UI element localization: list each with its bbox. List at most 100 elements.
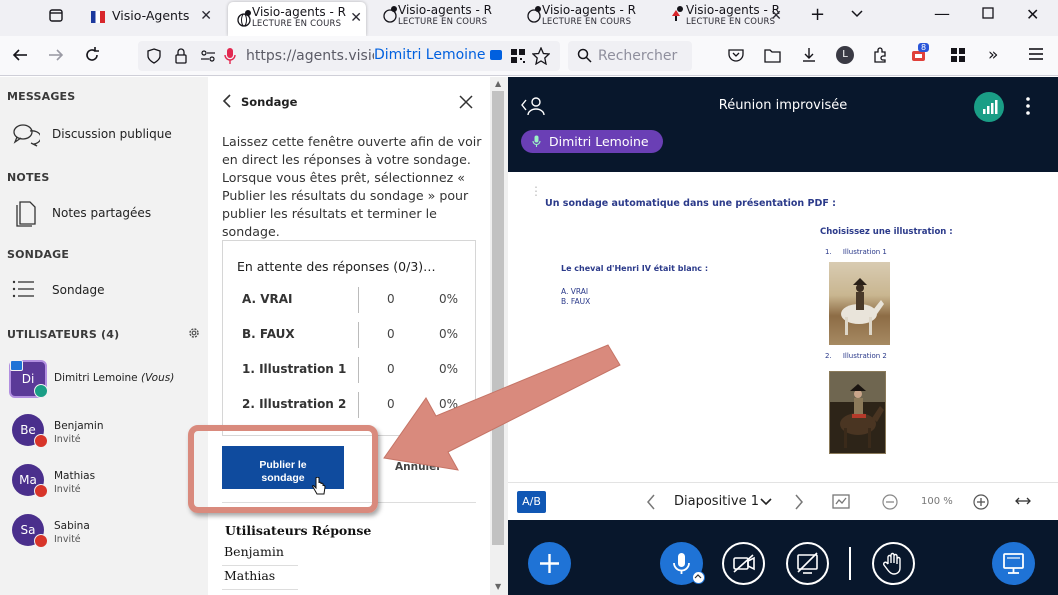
- close-window-icon[interactable]: ✕: [1026, 5, 1039, 24]
- poll-result-row: 2. Illustration 2 0 0%: [223, 388, 477, 423]
- close-tab-icon[interactable]: ✕: [200, 8, 212, 24]
- browser-tab-1[interactable]: Visio-agents - R LECTURE EN COURS ✕: [228, 2, 366, 36]
- browser-nav-bar: https://agents.visio. Dimitri Lemoine Re…: [0, 36, 1058, 76]
- highlight-callout: [188, 425, 378, 513]
- search-bar[interactable]: Rechercher: [568, 41, 692, 71]
- slide-question: Le cheval d'Henri IV était blanc :: [561, 264, 709, 273]
- user-mathias[interactable]: Ma Mathias Invité: [0, 460, 208, 506]
- gear-icon[interactable]: [187, 326, 201, 340]
- address-bar[interactable]: https://agents.visio. Dimitri Lemoine: [138, 41, 560, 71]
- poll-panel: Sondage Laissez cette fenêtre ouverte af…: [208, 77, 490, 595]
- illustration-2-label: 2. Illustration 2: [825, 352, 887, 360]
- reload-icon[interactable]: [83, 46, 101, 64]
- audio-tab-icon: [668, 6, 684, 24]
- respondent-name: Mathias: [224, 568, 276, 583]
- maximize-icon[interactable]: [982, 7, 994, 19]
- sidebar-item-shared-notes[interactable]: Notes partagées: [0, 198, 208, 230]
- actions-plus-button[interactable]: [528, 542, 571, 585]
- back-arrow-icon[interactable]: [11, 46, 29, 64]
- zoom-level: 100 %: [921, 496, 953, 507]
- presentation-toggle-button[interactable]: [992, 542, 1035, 585]
- microphone-active-icon[interactable]: [224, 47, 236, 65]
- poll-scrollbar[interactable]: ▲ ▼: [490, 77, 508, 595]
- quick-poll-button[interactable]: A/B: [517, 491, 546, 513]
- mic-muted-icon: [34, 434, 48, 448]
- whiteboard-icon[interactable]: [832, 494, 850, 510]
- mic-options-chevron-icon[interactable]: [692, 571, 705, 584]
- zoom-in-icon[interactable]: [973, 494, 989, 510]
- mic-muted-icon: [34, 534, 48, 548]
- new-tab-icon[interactable]: +: [810, 4, 825, 25]
- sidebar-item-poll[interactable]: Sondage: [0, 275, 208, 307]
- bookmark-star-icon[interactable]: [532, 47, 550, 65]
- folder-icon[interactable]: [764, 48, 781, 63]
- fit-width-icon[interactable]: [1014, 496, 1032, 506]
- close-tab-icon[interactable]: ✕: [350, 10, 362, 26]
- flag-icon: [91, 11, 105, 23]
- poll-header: SONDAGE: [7, 248, 70, 261]
- next-slide-icon[interactable]: [794, 494, 804, 510]
- notes-document-icon: [14, 199, 38, 227]
- respondent-name: Benjamin: [224, 544, 284, 559]
- globe-audio-icon: [236, 10, 252, 28]
- user-benjamin[interactable]: Be Benjamin Invité: [0, 410, 208, 456]
- chevron-down-icon[interactable]: [850, 6, 864, 20]
- close-tab-icon[interactable]: ✕: [770, 8, 782, 24]
- lock-icon[interactable]: [174, 48, 188, 64]
- poll-title: Sondage: [241, 95, 298, 109]
- pocket-icon[interactable]: [728, 48, 744, 62]
- search-icon: [577, 48, 592, 63]
- overflow-chevrons-icon[interactable]: »: [988, 45, 998, 65]
- slide-selector[interactable]: Diapositive 1: [674, 494, 759, 509]
- cancel-button[interactable]: Annuler: [395, 461, 441, 473]
- close-icon[interactable]: [459, 95, 473, 109]
- waiting-status: En attente des réponses (0/3)…: [237, 259, 436, 274]
- sidebar-item-public-chat[interactable]: Discussion publique: [0, 119, 208, 151]
- more-options-icon[interactable]: [1026, 97, 1030, 115]
- chevron-left-icon[interactable]: [222, 94, 232, 108]
- extensions-icon[interactable]: [872, 47, 888, 63]
- previous-slide-icon[interactable]: [646, 494, 656, 510]
- drag-handle-icon[interactable]: ⋮: [530, 185, 542, 197]
- qr-code-icon[interactable]: [510, 48, 526, 64]
- download-icon[interactable]: [801, 47, 817, 63]
- browser-tab-2[interactable]: Visio-agents - R LECTURE EN COURS: [374, 0, 512, 36]
- scroll-up-icon[interactable]: ▲: [495, 79, 501, 88]
- chevron-down-icon[interactable]: [760, 498, 772, 506]
- hamburger-menu-icon[interactable]: [1028, 47, 1044, 61]
- browser-tab-4[interactable]: Visio-agents - R LECTURE EN COURS ✕: [662, 0, 800, 36]
- autofill-suggestion[interactable]: Dimitri Lemoine: [374, 47, 506, 63]
- raise-hand-button[interactable]: [872, 542, 915, 585]
- shield-icon[interactable]: [146, 48, 162, 64]
- microphone-icon: [532, 135, 541, 148]
- scrollbar-thumb[interactable]: [492, 91, 504, 545]
- zoom-out-icon[interactable]: [882, 494, 898, 510]
- chat-bubbles-icon: [12, 122, 40, 148]
- user-sabina[interactable]: Sa Sabina Invité: [0, 510, 208, 556]
- forward-arrow-icon[interactable]: [47, 46, 65, 64]
- poll-result-row: 1. Illustration 1 0 0%: [223, 353, 477, 388]
- tab-overview-icon[interactable]: [48, 7, 64, 23]
- list-icon: [12, 279, 36, 303]
- slide-answers: A. VRAI B. FAUX: [561, 287, 591, 306]
- poll-result-row: A. VRAI 0 0%: [223, 283, 477, 318]
- mic-on-icon: [34, 384, 48, 398]
- apps-grid-icon[interactable]: [950, 47, 966, 63]
- illustration-2-image: [829, 371, 886, 454]
- connection-status-icon[interactable]: [974, 92, 1004, 122]
- briefcase-icon: [489, 50, 502, 60]
- screen-share-off-button[interactable]: [786, 542, 829, 585]
- browser-tab-3[interactable]: Visio-agents - R LECTURE EN COURS: [518, 0, 656, 36]
- browser-tab-0[interactable]: Visio-Agents ✕: [88, 0, 220, 36]
- browser-tab-bar: Visio-Agents ✕ Visio-agents - R LECTURE …: [0, 0, 1058, 36]
- camera-off-button[interactable]: [722, 542, 765, 585]
- presentation-slide: ⋮ Un sondage automatique dans une présen…: [508, 172, 1058, 482]
- poll-result-row: B. FAUX 0 0%: [223, 318, 477, 353]
- minimize-icon[interactable]: —: [934, 4, 950, 23]
- user-dimitri[interactable]: Di Dimitri Lemoine (Vous): [0, 360, 208, 406]
- responses-header: Utilisateurs Réponse: [225, 523, 372, 538]
- account-avatar[interactable]: L: [836, 46, 854, 64]
- scroll-down-icon[interactable]: ▼: [495, 582, 501, 591]
- sidebar: MESSAGES Discussion publique NOTES Notes…: [0, 77, 208, 595]
- permissions-icon[interactable]: [200, 49, 216, 63]
